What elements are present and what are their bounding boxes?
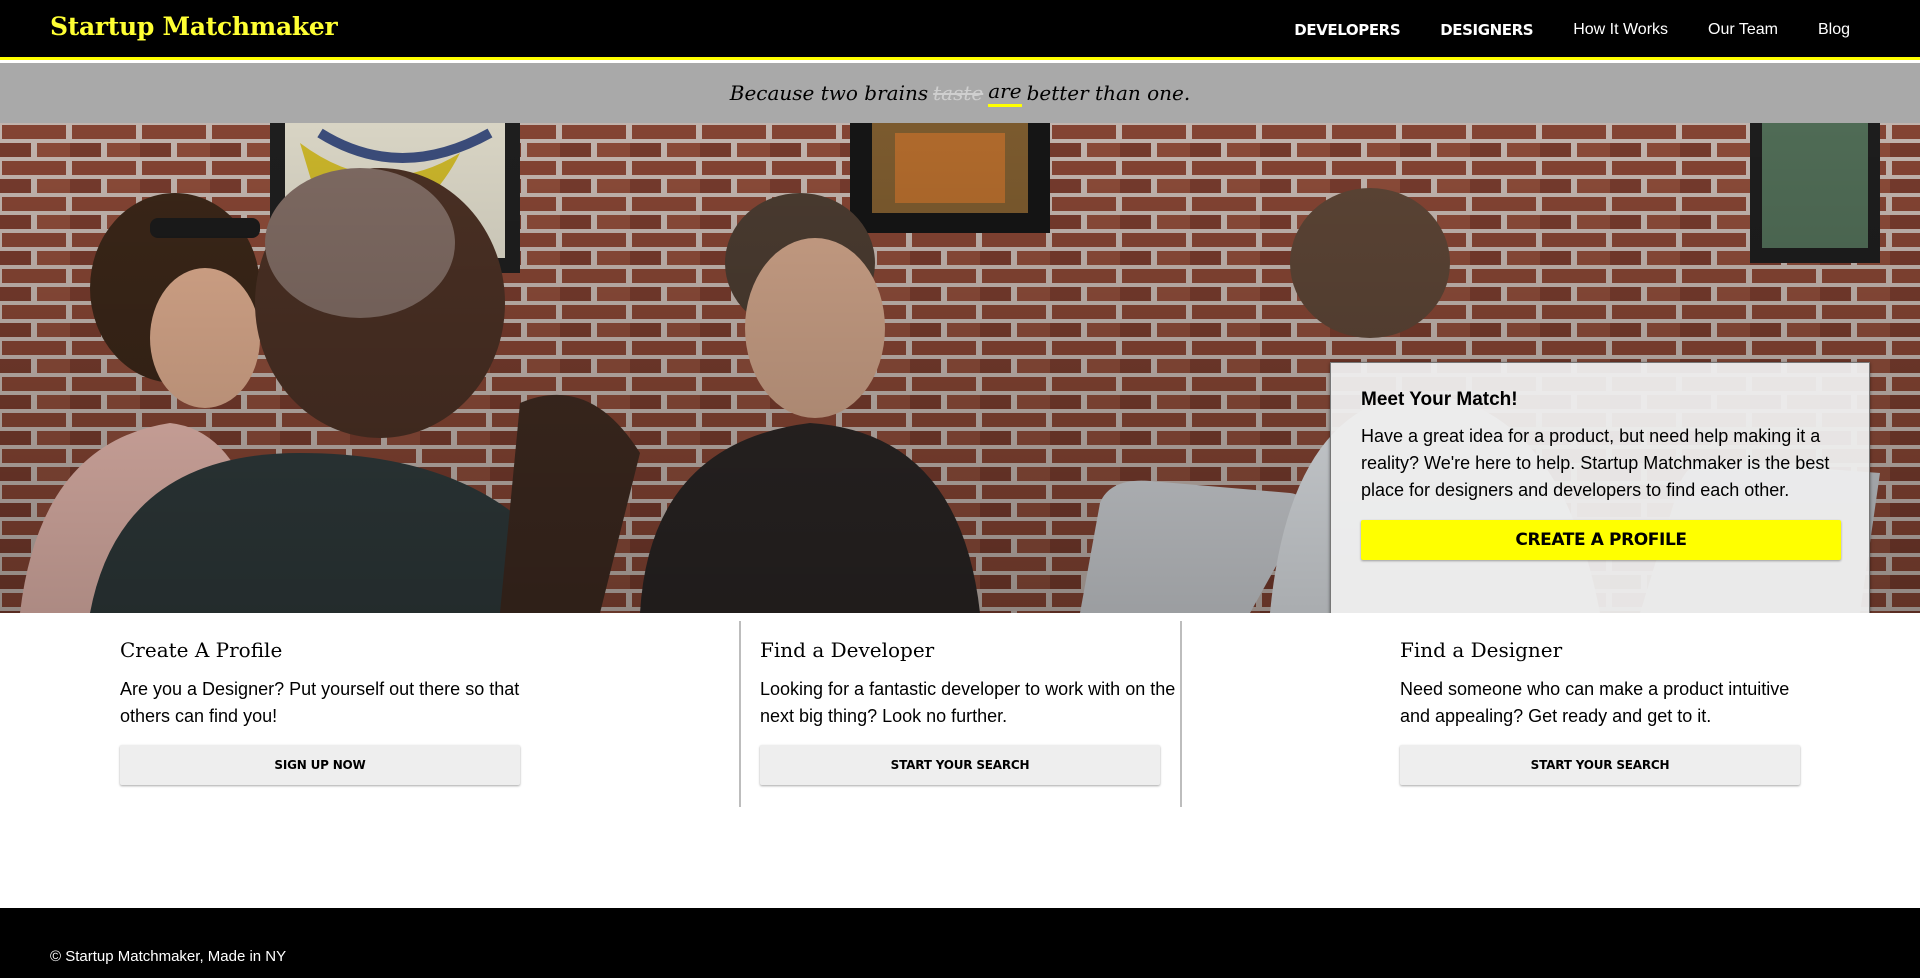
card-body: Have a great idea for a product, but nee… [1361, 426, 1830, 500]
feature-body: Looking for a fantastic developer to wor… [760, 679, 1176, 726]
nav-how-it-works[interactable]: How It Works [1573, 21, 1668, 39]
create-profile-button[interactable]: CREATE A PROFILE [1361, 520, 1841, 560]
top-navbar: Startup Matchmaker DEVELOPERS DESIGNERS … [0, 0, 1920, 60]
tagline-highlight-word: are [988, 79, 1022, 107]
brand-logo-link[interactable]: Startup Matchmaker [50, 12, 338, 41]
search-designers-button[interactable]: START YOUR SEARCH [1400, 745, 1800, 785]
column-divider [1180, 621, 1182, 807]
tagline-banner: Because two brains taste are better than… [0, 63, 1920, 123]
feature-title: Create A Profile [120, 638, 283, 662]
feature-body: Need someone who can make a product intu… [1400, 679, 1790, 726]
card-title: Meet Your Match! [1361, 389, 1518, 410]
meet-your-match-card: Meet Your Match! Have a great idea for a… [1330, 362, 1870, 613]
features-section: Create A Profile Are you a Designer? Put… [0, 613, 1920, 908]
search-developers-button[interactable]: START YOUR SEARCH [760, 745, 1160, 785]
column-divider [739, 621, 741, 807]
feature-create-profile: Create A Profile Are you a Designer? Put… [120, 638, 540, 785]
nav-designers[interactable]: DESIGNERS [1440, 21, 1533, 39]
feature-title: Find a Designer [1400, 638, 1563, 662]
hero-section: Meet Your Match! Have a great idea for a… [0, 123, 1920, 613]
copyright-text: © Startup Matchmaker, Made in NY [50, 948, 287, 965]
tagline-struck-word: taste [933, 81, 984, 105]
feature-title: Find a Developer [760, 638, 935, 662]
sign-up-now-button[interactable]: SIGN UP NOW [120, 745, 520, 785]
nav-our-team[interactable]: Our Team [1708, 21, 1778, 39]
feature-find-designer: Find a Designer Need someone who can mak… [1400, 638, 1820, 785]
page-footer: © Startup Matchmaker, Made in NY [0, 908, 1920, 978]
tagline-start: Because two brains [729, 81, 929, 105]
nav-developers[interactable]: DEVELOPERS [1294, 21, 1400, 39]
nav-blog[interactable]: Blog [1818, 21, 1850, 39]
feature-find-developer: Find a Developer Looking for a fantastic… [760, 638, 1180, 785]
main-nav: DEVELOPERS DESIGNERS How It Works Our Te… [1254, 0, 1850, 60]
feature-body: Are you a Designer? Put yourself out the… [120, 679, 520, 726]
tagline-end: better than one. [1026, 81, 1191, 105]
